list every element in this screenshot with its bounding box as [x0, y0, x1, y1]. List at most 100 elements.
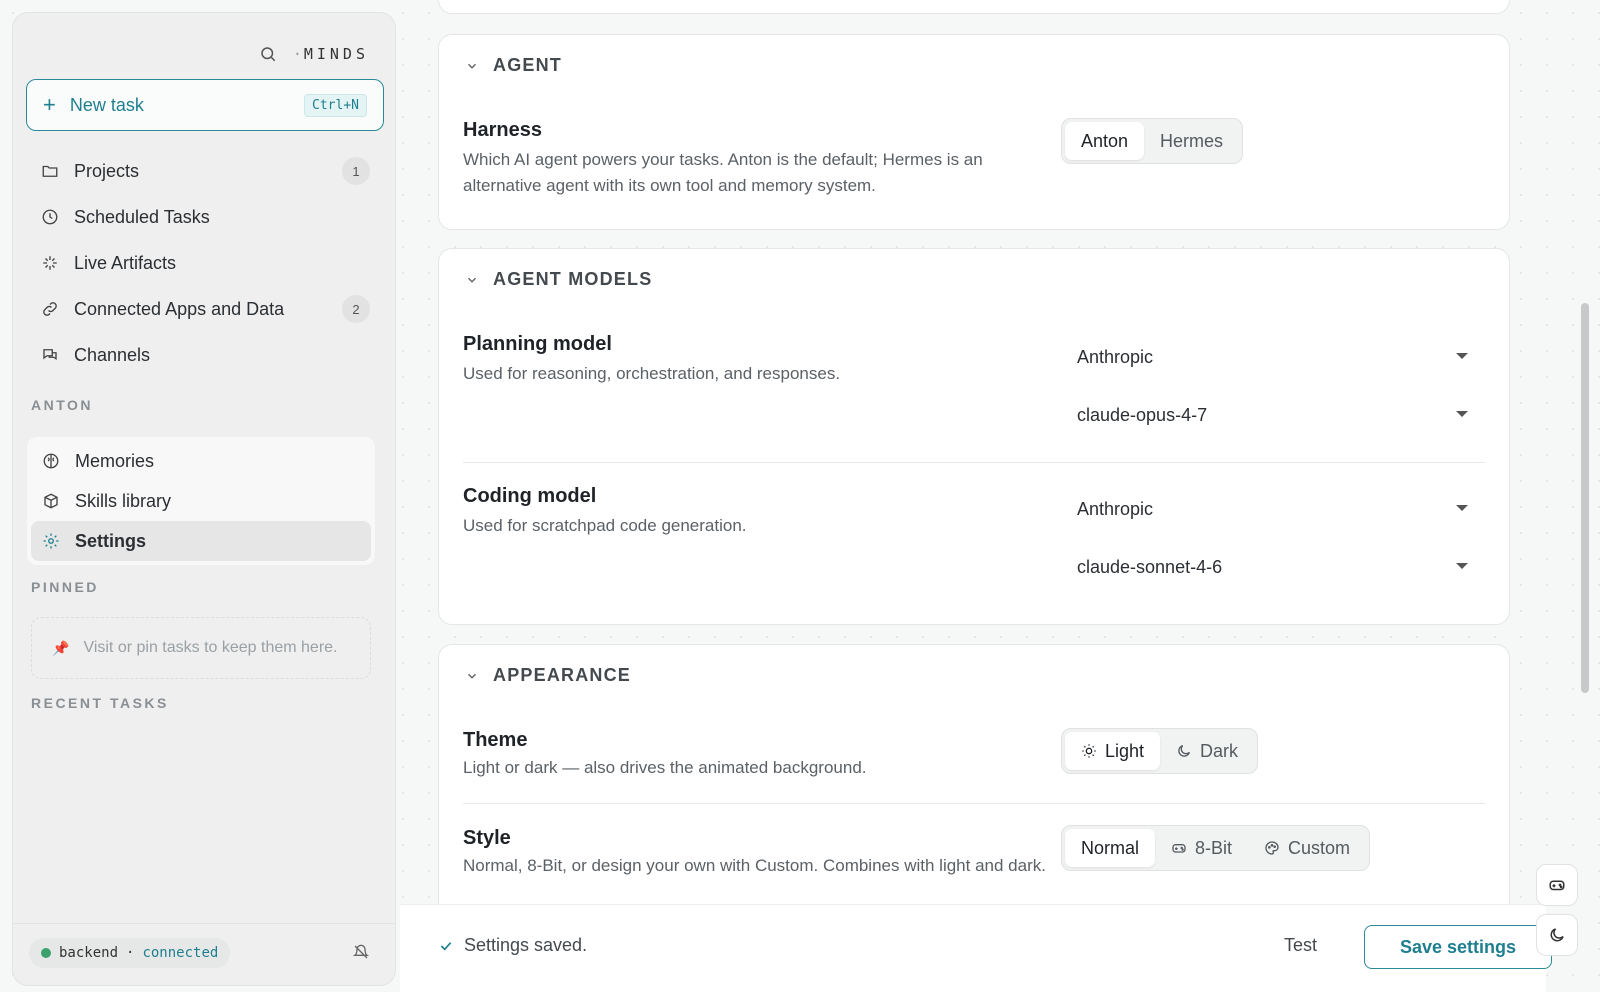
agent-card: AGENT Harness Which AI agent powers your… — [438, 34, 1510, 230]
sidebar-item-label: Scheduled Tasks — [74, 206, 210, 227]
sidebar-item-label: Memories — [75, 450, 155, 471]
harness-description: Which AI agent powers your tasks. Anton … — [463, 150, 983, 195]
status-dot-icon — [41, 948, 51, 958]
anton-section-label: ANTON — [31, 397, 94, 413]
chevron-down-icon — [467, 673, 477, 679]
planning-model-select[interactable]: claude-opus-4-7 — [1076, 395, 1476, 435]
brand-row: ·MINDS — [257, 43, 369, 65]
gamepad-icon — [1171, 840, 1187, 856]
theme-option-light[interactable]: Light — [1065, 732, 1161, 770]
style-option-label: 8-Bit — [1195, 837, 1233, 858]
agent-models-section-toggle[interactable]: AGENT MODELS — [465, 269, 652, 290]
style-option-label: Custom — [1288, 837, 1351, 858]
sun-icon — [1081, 743, 1097, 759]
connection-status-badge: backend · connected — [29, 938, 231, 968]
chevron-down-icon — [467, 63, 477, 69]
style-toggle: Normal 8-Bit Custom — [1061, 825, 1371, 871]
save-settings-button[interactable]: Save settings — [1364, 925, 1552, 969]
caret-down-icon — [1456, 505, 1468, 511]
coding-model-description: Used for scratchpad code generation. — [463, 516, 747, 535]
coding-provider-select[interactable]: Anthropic — [1076, 489, 1476, 529]
moon-icon — [1176, 743, 1192, 759]
pinned-empty-state: 📌 Visit or pin tasks to keep them here. — [31, 617, 371, 679]
sidebar-item-label: Connected Apps and Data — [74, 298, 285, 319]
sidebar-item-settings[interactable]: Settings — [31, 521, 371, 561]
sidebar-item-label: Projects — [74, 160, 140, 181]
search-icon[interactable] — [257, 43, 279, 65]
new-task-button[interactable]: + New task Ctrl+N — [26, 79, 384, 131]
caret-down-icon — [1456, 563, 1468, 569]
sidebar-item-memories[interactable]: Memories — [31, 441, 371, 481]
style-option-8bit[interactable]: 8-Bit — [1155, 829, 1248, 867]
harness-option-anton[interactable]: Anton — [1065, 122, 1145, 160]
sidebar-item-skills-library[interactable]: Skills library — [31, 481, 371, 521]
sidebar-item-connected-apps[interactable]: Connected Apps and Data 2 — [26, 286, 384, 332]
cube-icon — [41, 491, 61, 511]
agent-models-section-heading: AGENT MODELS — [493, 269, 653, 289]
recent-section-label: RECENT TASKS — [31, 695, 169, 711]
harness-toggle: Anton Hermes — [1061, 118, 1244, 164]
gamepad-icon — [1549, 880, 1565, 891]
planning-provider-select[interactable]: Anthropic — [1076, 337, 1476, 377]
sidebar-item-live-artifacts[interactable]: Live Artifacts — [26, 240, 384, 286]
style-option-custom[interactable]: Custom — [1248, 829, 1366, 867]
planning-model-description: Used for reasoning, orchestration, and r… — [463, 364, 841, 383]
theme-toggle: Light Dark — [1061, 728, 1259, 774]
sidebar-item-label: Skills library — [75, 490, 172, 511]
agent-section-toggle[interactable]: AGENT — [465, 55, 562, 76]
moon-icon — [1550, 928, 1564, 942]
count-badge: 1 — [342, 157, 370, 185]
test-button[interactable]: Test — [1284, 935, 1317, 956]
coding-model-select[interactable]: claude-sonnet-4-6 — [1076, 547, 1476, 587]
theme-toggle-button[interactable] — [1536, 914, 1578, 956]
sidebar-item-channels[interactable]: Channels — [26, 332, 384, 378]
save-status: Settings saved. — [438, 935, 587, 956]
appearance-section-toggle[interactable]: APPEARANCE — [465, 665, 631, 686]
style-option-normal[interactable]: Normal — [1065, 829, 1156, 867]
caret-down-icon — [1456, 353, 1468, 359]
agent-models-card: AGENT MODELS Planning model Used for rea… — [438, 248, 1510, 625]
status-service: backend — [59, 945, 119, 961]
brain-icon — [41, 451, 61, 471]
sidebar-footer: backend · connected — [13, 923, 395, 985]
sidebar: ·MINDS + New task Ctrl+N Projects 1 Sche… — [12, 12, 396, 986]
appearance-card: APPEARANCE Theme Light or dark — also dr… — [438, 644, 1510, 944]
theme-option-dark[interactable]: Dark — [1160, 732, 1254, 770]
appearance-section-heading: APPEARANCE — [493, 665, 632, 685]
primary-nav: Projects 1 Scheduled Tasks Live Artifact… — [26, 148, 384, 378]
check-icon — [440, 941, 452, 951]
shortcut-badge: Ctrl+N — [304, 93, 367, 117]
caret-down-icon — [1456, 411, 1468, 417]
sidebar-item-projects[interactable]: Projects 1 — [26, 148, 384, 194]
theme-description: Light or dark — also drives the animated… — [463, 758, 867, 777]
sidebar-item-label: Settings — [75, 530, 147, 551]
harness-title: Harness — [463, 119, 542, 141]
coding-provider-value: Anthropic — [1077, 498, 1154, 519]
pinned-placeholder: Visit or pin tasks to keep them here. — [83, 639, 338, 656]
new-task-label: New task — [69, 94, 144, 115]
divider — [463, 803, 1485, 804]
mute-icon[interactable] — [352, 944, 371, 962]
sparkle-icon — [40, 253, 60, 273]
chat-icon — [40, 345, 60, 365]
sidebar-item-label: Live Artifacts — [74, 252, 177, 273]
save-status-text: Settings saved. — [464, 935, 588, 955]
theme-option-label: Light — [1105, 740, 1145, 761]
scrollbar-thumb[interactable] — [1581, 303, 1589, 693]
save-bar: Settings saved. Test Save settings — [400, 904, 1552, 992]
harness-option-hermes[interactable]: Hermes — [1144, 122, 1239, 160]
pinned-section-label: PINNED — [31, 579, 99, 595]
plus-icon: + — [43, 92, 56, 117]
link-icon — [40, 299, 60, 319]
sidebar-item-scheduled-tasks[interactable]: Scheduled Tasks — [26, 194, 384, 240]
palette-icon — [1264, 840, 1280, 856]
arcade-mode-button[interactable] — [1536, 864, 1578, 906]
pin-icon: 📌 — [52, 639, 70, 656]
gear-icon — [41, 531, 61, 551]
style-title: Style — [463, 827, 511, 849]
count-badge: 2 — [342, 295, 370, 323]
settings-main: AGENT Harness Which AI agent powers your… — [400, 0, 1580, 992]
planning-model-value: claude-opus-4-7 — [1077, 404, 1208, 425]
divider — [463, 462, 1485, 463]
status-separator: · — [126, 945, 135, 961]
